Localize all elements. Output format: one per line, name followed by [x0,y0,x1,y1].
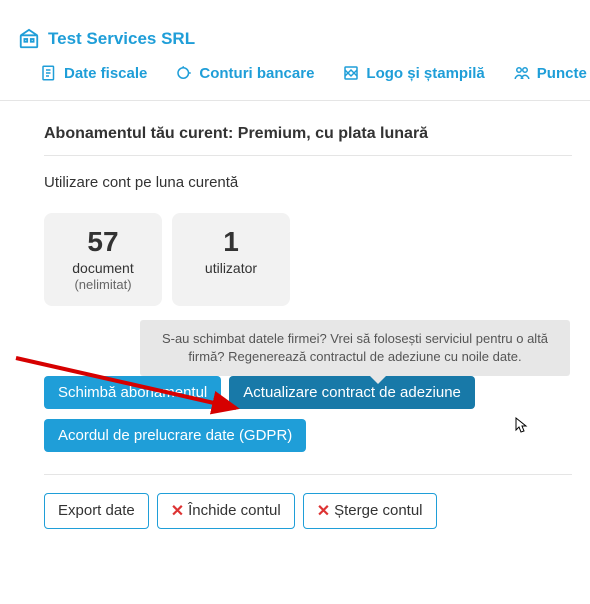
stat-documents: 57 document (nelimitat) [44,213,162,306]
close-icon: ✕ [317,501,330,521]
stat-value: 1 [192,227,270,258]
section-title: Abonamentul tău curent: Premium, cu plat… [44,125,572,156]
tab-date-fiscale[interactable]: Date fiscale [40,64,147,82]
export-button[interactable]: Export date [44,493,149,529]
update-contract-button[interactable]: Actualizare contract de adeziune [229,376,475,409]
stat-users: 1 utilizator [172,213,290,306]
tab-puncte[interactable]: Puncte d [513,64,590,82]
tab-label: Conturi bancare [199,65,314,82]
divider [44,474,572,475]
stats-row: 57 document (nelimitat) 1 utilizator [44,213,572,306]
company-icon [18,28,40,50]
button-label: Închide contul [188,502,281,519]
close-icon: ✕ [171,501,184,521]
usage-label: Utilizare cont pe luna curentă [44,174,572,191]
tab-conturi-bancare[interactable]: Conturi bancare [175,64,314,82]
stat-sub: (nelimitat) [64,277,142,292]
stamp-icon [342,64,360,82]
tab-label: Date fiscale [64,65,147,82]
stat-value: 57 [64,227,142,258]
tab-label: Puncte d [537,65,590,82]
users-icon [513,64,531,82]
delete-account-button[interactable]: ✕ Șterge contul [303,493,437,529]
company-name: Test Services SRL [48,29,195,49]
change-plan-button[interactable]: Schimbă abonamentul [44,376,221,409]
tab-logo-stampila[interactable]: Logo și ștampilă [342,64,484,82]
button-label: Șterge contul [334,502,422,519]
document-icon [40,64,58,82]
stat-label: utilizator [192,260,270,276]
tab-label: Logo și ștampilă [366,65,484,82]
company-header: Test Services SRL [0,0,590,64]
button-label: Export date [58,502,135,519]
close-account-button[interactable]: ✕ Închide contul [157,493,295,529]
gdpr-button[interactable]: Acordul de prelucrare date (GDPR) [44,419,306,452]
piggy-icon [175,64,193,82]
stat-label: document [64,260,142,276]
tooltip: S-au schimbat datele firmei? Vrei să fol… [140,320,570,376]
tab-bar: Date fiscale Conturi bancare Logo și șta… [0,64,590,101]
